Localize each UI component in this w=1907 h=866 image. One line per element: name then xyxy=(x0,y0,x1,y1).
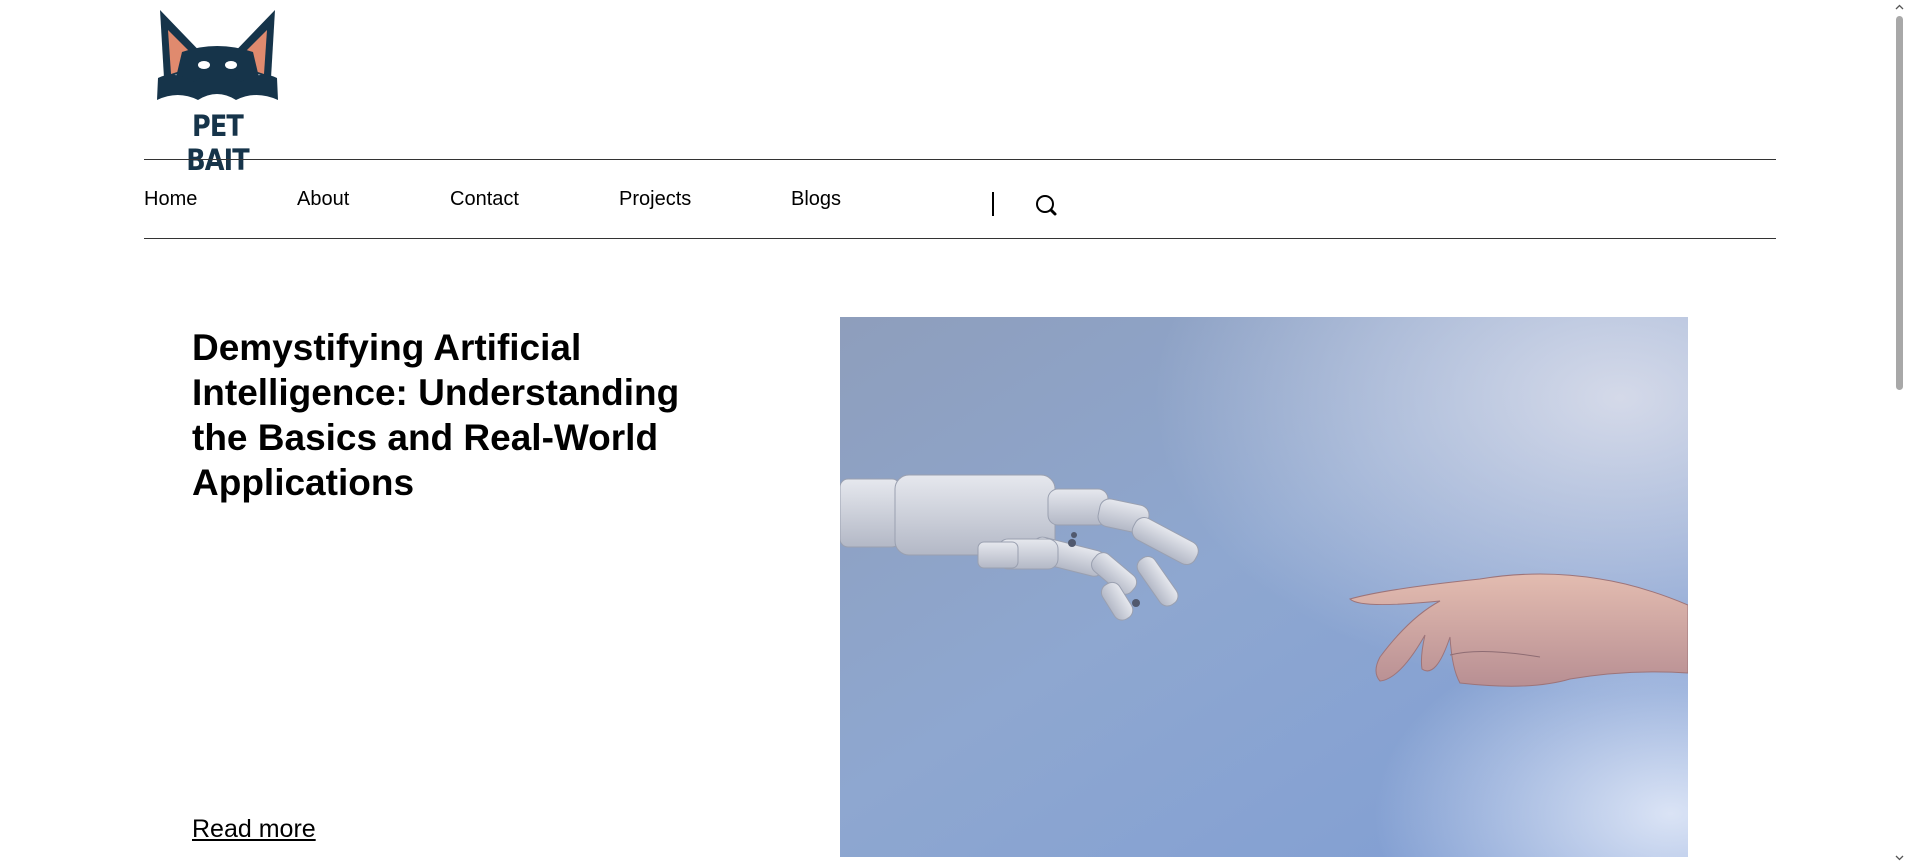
article-image[interactable] xyxy=(840,317,1688,857)
nav-bottom-divider xyxy=(144,238,1776,239)
nav-separator xyxy=(992,192,994,216)
nav-contact[interactable]: Contact xyxy=(450,188,519,211)
search-button[interactable] xyxy=(1034,192,1060,218)
article-title[interactable]: Demystifying Artificial Intelligence: Un… xyxy=(192,325,692,505)
scroll-down-arrow-icon[interactable] xyxy=(1895,853,1904,862)
robot-and-human-hand-image xyxy=(840,317,1688,857)
scroll-up-arrow-icon[interactable] xyxy=(1895,3,1904,12)
vertical-scrollbar[interactable] xyxy=(1892,0,1907,866)
nav-about[interactable]: About xyxy=(297,188,349,211)
scrollbar-thumb[interactable] xyxy=(1896,16,1903,390)
search-icon xyxy=(1036,195,1057,216)
page: PET BAIT Home About Contact Projects Blo… xyxy=(0,0,1892,866)
logo[interactable]: PET BAIT xyxy=(154,8,281,177)
nav-top-divider xyxy=(144,159,1776,160)
logo-text: PET BAIT xyxy=(186,109,249,177)
read-more-link[interactable]: Read more xyxy=(192,815,316,844)
bat-logo-icon xyxy=(157,10,278,100)
nav-blogs[interactable]: Blogs xyxy=(791,188,841,211)
nav-home[interactable]: Home xyxy=(144,188,197,211)
nav-projects[interactable]: Projects xyxy=(619,188,691,211)
